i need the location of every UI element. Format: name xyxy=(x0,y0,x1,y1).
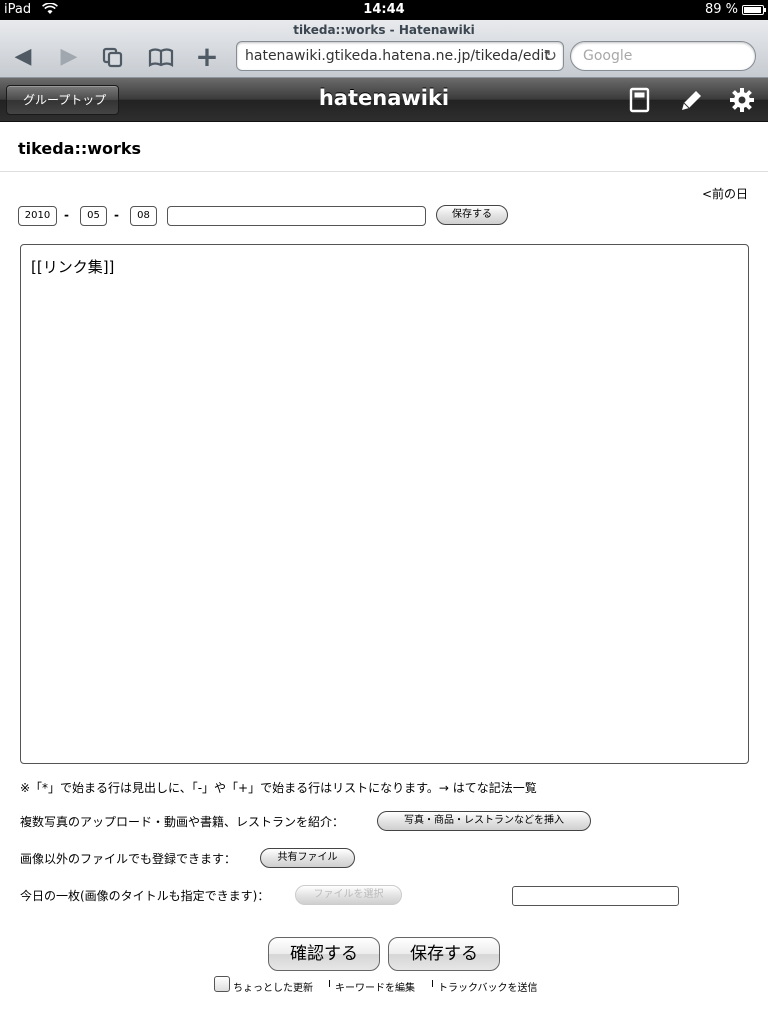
battery-icon xyxy=(742,5,766,15)
pages-icon[interactable] xyxy=(98,44,128,70)
body-text: [[リンク集]] xyxy=(31,258,115,276)
year-input[interactable]: 2010 xyxy=(18,206,57,226)
back-arrow-icon[interactable]: ◀ xyxy=(8,44,38,70)
save-button[interactable]: 保存する xyxy=(388,937,500,971)
choose-file-button[interactable]: ファイルを選択 xyxy=(295,885,402,905)
url-field[interactable]: hatenawiki.gtikeda.hatena.ne.jp/tikeda/e… xyxy=(236,41,564,71)
body-textarea[interactable]: [[リンク集]] xyxy=(20,244,749,764)
insert-photo-button[interactable]: 写真・商品・レストランなどを挿入 xyxy=(377,811,591,831)
battery-percent: 89 % xyxy=(704,2,738,17)
send-trackback-link[interactable]: トラックバックを送信 xyxy=(438,979,538,994)
day-input[interactable]: 08 xyxy=(130,206,157,226)
browser-toolbar: tikeda::works - Hatenawiki ◀ ▶ + hatenaw… xyxy=(0,20,768,78)
shared-file-button[interactable]: 共有ファイル xyxy=(260,848,355,868)
today-photo-label: 今日の一枚(画像のタイトルも指定できます)： xyxy=(20,889,270,903)
browser-page-title: tikeda::works - Hatenawiki xyxy=(293,23,475,37)
divider xyxy=(0,171,768,172)
edit-keyword-link[interactable]: キーワードを編集 xyxy=(335,979,415,994)
link-separator: I xyxy=(328,979,331,990)
date-separator: - xyxy=(114,208,119,222)
clock: 14:44 xyxy=(363,2,405,17)
shared-file-label: 画像以外のファイルでも登録できます： xyxy=(20,852,237,866)
save-small-button[interactable]: 保存する xyxy=(436,205,508,225)
url-text: hatenawiki.gtikeda.hatena.ne.jp/tikeda/e… xyxy=(245,48,550,64)
confirm-button[interactable]: 確認する xyxy=(268,937,380,971)
date-separator: - xyxy=(64,208,69,222)
search-field[interactable]: Google xyxy=(570,41,756,71)
wiki-title: tikeda::works xyxy=(18,139,142,158)
pencil-icon[interactable] xyxy=(676,85,706,115)
add-icon[interactable]: + xyxy=(192,43,222,71)
minor-update-checkbox[interactable] xyxy=(214,976,230,992)
reload-icon[interactable]: ↻ xyxy=(544,42,557,70)
status-bar: iPad 14:44 89 % xyxy=(0,0,768,20)
entry-title-input[interactable] xyxy=(167,206,426,226)
photo-title-input[interactable] xyxy=(512,886,679,906)
photo-label: 複数写真のアップロード・動画や書籍、レストランを紹介： xyxy=(20,815,345,829)
forward-arrow-icon[interactable]: ▶ xyxy=(54,44,84,70)
month-input[interactable]: 05 xyxy=(80,206,107,226)
prev-day-link[interactable]: <前の日 xyxy=(702,185,748,202)
notation-note: ※「*」で始まる行は見出しに、「-」や「+」で始まる行はリストになります。→ は… xyxy=(20,781,537,795)
gear-icon[interactable] xyxy=(727,85,757,115)
link-separator: I xyxy=(431,979,434,990)
app-header: グループトップ hatenawiki xyxy=(0,78,768,122)
minor-update-label: ちょっとした更新 xyxy=(233,983,313,994)
notebook-icon[interactable] xyxy=(625,85,655,115)
bookmarks-icon[interactable] xyxy=(146,44,176,70)
